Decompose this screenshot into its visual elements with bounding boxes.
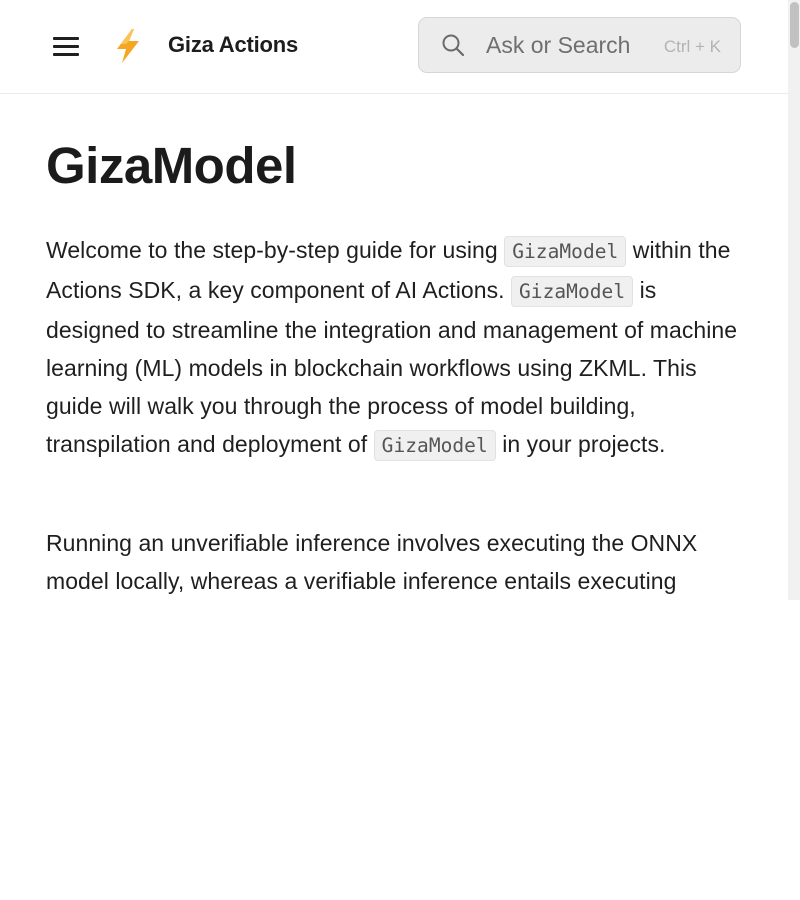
inference-paragraph: Running an unverifiable inference involv… [46, 530, 698, 594]
search-shortcut-hint: Ctrl + K [663, 37, 721, 56]
hamburger-menu-icon[interactable] [53, 36, 79, 56]
lightning-bolt-icon [112, 28, 144, 64]
scrollbar-thumb[interactable] [790, 2, 799, 48]
vertical-scrollbar[interactable] [788, 0, 800, 600]
search-box[interactable]: Ask or Search Ctrl + K [418, 17, 741, 73]
paragraph-text: in your projects. [502, 431, 666, 457]
inline-code: GizaModel [504, 236, 627, 267]
search-placeholder: Ask or Search [486, 32, 631, 58]
app-title[interactable]: Giza Actions [168, 32, 298, 58]
inline-code: GizaModel [511, 276, 634, 307]
inline-code: GizaModel [373, 430, 496, 461]
search-icon [441, 33, 465, 57]
page-viewport: Giza Actions Ask or Search Ctrl + K Giza… [0, 0, 790, 600]
page-title: GizaModel [46, 137, 297, 194]
paragraph-text: Welcome to the step-by-step guide for us… [46, 237, 498, 263]
intro-paragraph: Welcome to the step-by-step guide for us… [46, 231, 746, 465]
top-header: Giza Actions Ask or Search Ctrl + K [0, 0, 788, 94]
blank-area [0, 600, 800, 900]
